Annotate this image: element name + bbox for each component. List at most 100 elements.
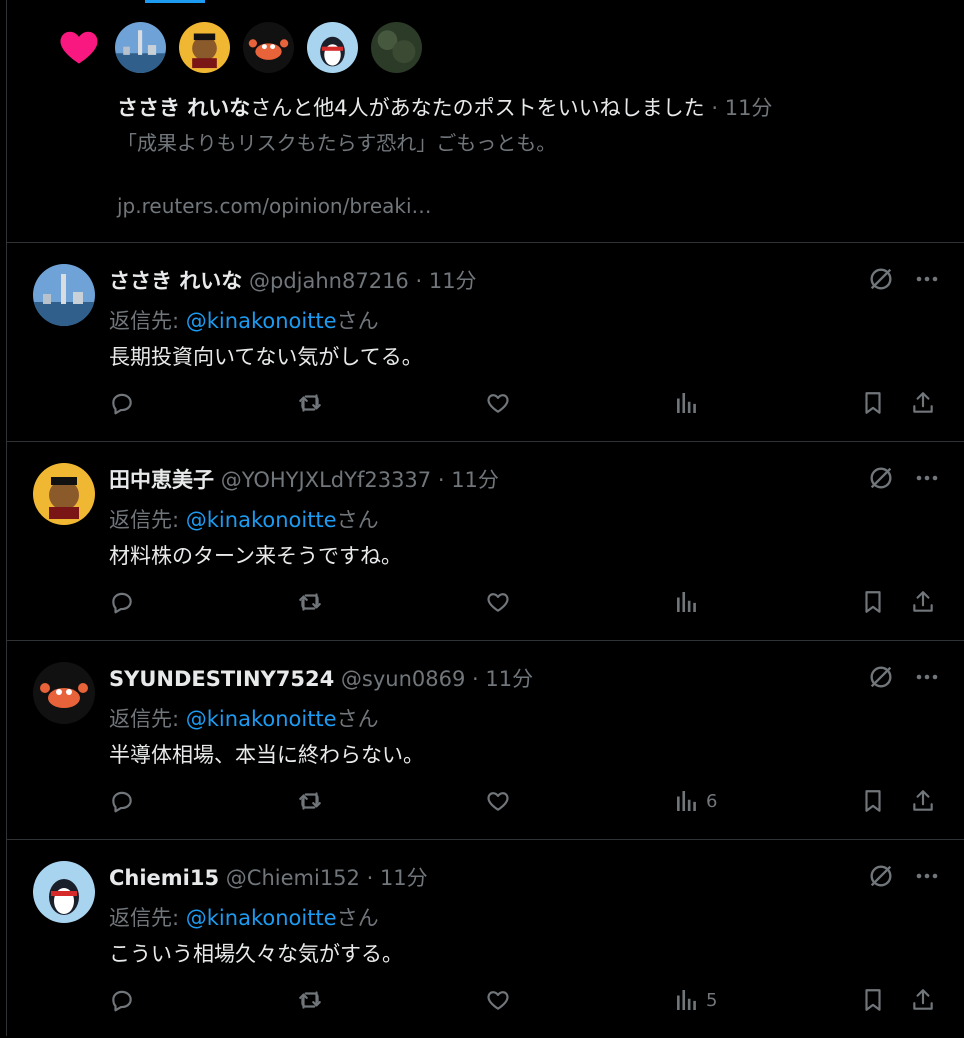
like-button[interactable] — [485, 588, 511, 616]
reply-prefix: 返信先: — [109, 906, 186, 930]
post-time[interactable]: 11分 — [429, 269, 477, 293]
analytics-icon — [677, 791, 696, 811]
liker-avatars — [115, 22, 422, 73]
views-button[interactable]: 5 — [674, 986, 717, 1014]
share-button[interactable] — [910, 986, 936, 1014]
analytics-icon — [677, 393, 696, 413]
reply-icon — [112, 592, 132, 614]
post-link[interactable]: jp.reuters.com/opinion/breaki… — [117, 194, 432, 218]
bookmark-icon — [865, 989, 881, 1011]
more-icon[interactable] — [910, 862, 944, 890]
post-header: ささき れいな @pdjahn87216 · 11分 — [109, 265, 477, 295]
reply-post[interactable]: Chiemi15 @Chiemi152 · 11分 返信先: @kinakono… — [7, 839, 964, 1038]
bookmark-button[interactable] — [860, 787, 886, 815]
liker-name[interactable]: ささき れいな — [117, 96, 250, 120]
heart-icon — [487, 991, 509, 1010]
repost-button[interactable] — [297, 588, 323, 616]
avatar-penguin[interactable] — [307, 22, 358, 73]
separator: · — [704, 96, 725, 120]
share-icon — [913, 591, 933, 612]
grok-icon[interactable] — [867, 464, 895, 492]
author-avatar[interactable] — [33, 264, 95, 326]
like-button[interactable] — [485, 389, 511, 417]
reply-mention[interactable]: @kinakonoitte — [186, 309, 337, 333]
reply-mention[interactable]: @kinakonoitte — [186, 508, 337, 532]
reply-button[interactable] — [109, 986, 135, 1014]
reply-suffix: さん — [336, 309, 379, 333]
views-button[interactable] — [674, 588, 706, 616]
views-button[interactable]: 6 — [674, 787, 717, 815]
repost-button[interactable] — [297, 787, 323, 815]
grok-icon[interactable] — [867, 862, 895, 890]
reply-prefix: 返信先: — [109, 309, 186, 333]
post-text: 長期投資向いてない気がしてる。 — [109, 345, 423, 369]
post-header: 田中恵美子 @YOHYJXLdYf23337 · 11分 — [109, 464, 499, 494]
reply-button[interactable] — [109, 588, 135, 616]
avatar-city[interactable] — [115, 22, 166, 73]
grok-icon[interactable] — [867, 265, 895, 293]
author-name[interactable]: Chiemi15 — [109, 866, 219, 890]
avatar-crab[interactable] — [243, 22, 294, 73]
reply-icon — [112, 791, 132, 813]
separator: · — [359, 866, 380, 890]
heart-filled-icon — [60, 31, 98, 64]
reply-context: 返信先: @kinakonoitteさん — [109, 305, 379, 335]
share-icon — [913, 989, 933, 1010]
author-name[interactable]: SYUNDESTINY7524 — [109, 667, 334, 691]
bookmark-button[interactable] — [860, 588, 886, 616]
post-text: こういう相場久々な気がする。 — [109, 942, 403, 966]
reply-button[interactable] — [109, 787, 135, 815]
share-button[interactable] — [910, 787, 936, 815]
separator: · — [408, 269, 429, 293]
author-handle[interactable]: @syun0869 — [341, 667, 465, 691]
author-name[interactable]: ささき れいな — [109, 269, 242, 293]
bookmark-button[interactable] — [860, 986, 886, 1014]
reply-post[interactable]: 田中恵美子 @YOHYJXLdYf23337 · 11分 返信先: @kinak… — [7, 441, 964, 640]
author-handle[interactable]: @YOHYJXLdYf23337 — [221, 468, 431, 492]
avatar-tree[interactable] — [371, 22, 422, 73]
author-avatar[interactable] — [33, 463, 95, 525]
bookmark-button[interactable] — [860, 389, 886, 417]
post-header: SYUNDESTINY7524 @syun0869 · 11分 — [109, 663, 533, 693]
post-time[interactable]: 11分 — [485, 667, 533, 691]
heart-icon — [487, 792, 509, 811]
author-avatar[interactable] — [33, 861, 95, 923]
bookmark-icon — [865, 392, 881, 414]
reply-suffix: さん — [336, 906, 379, 930]
more-icon[interactable] — [910, 265, 944, 293]
reply-prefix: 返信先: — [109, 707, 186, 731]
reply-post[interactable]: ささき れいな @pdjahn87216 · 11分 返信先: @kinakon… — [7, 242, 964, 441]
author-avatar[interactable] — [33, 662, 95, 724]
repost-icon — [299, 593, 321, 611]
notification-time: 11分 — [724, 96, 773, 120]
author-name[interactable]: 田中恵美子 — [109, 468, 214, 492]
grok-icon[interactable] — [867, 663, 895, 691]
repost-icon — [299, 394, 321, 412]
heart-icon — [487, 394, 509, 413]
like-button[interactable] — [485, 986, 511, 1014]
reply-mention[interactable]: @kinakonoitte — [186, 906, 337, 930]
views-count: 6 — [706, 790, 718, 812]
more-icon[interactable] — [910, 464, 944, 492]
share-button[interactable] — [910, 588, 936, 616]
repost-button[interactable] — [297, 389, 323, 417]
reply-post[interactable]: SYUNDESTINY7524 @syun0869 · 11分 返信先: @ki… — [7, 640, 964, 839]
repost-button[interactable] — [297, 986, 323, 1014]
views-button[interactable] — [674, 389, 706, 417]
more-icon[interactable] — [910, 663, 944, 691]
repost-icon — [299, 991, 321, 1009]
post-time[interactable]: 11分 — [451, 468, 499, 492]
reply-context: 返信先: @kinakonoitteさん — [109, 902, 379, 932]
avatar-bear[interactable] — [179, 22, 230, 73]
analytics-icon — [677, 990, 696, 1010]
reply-mention[interactable]: @kinakonoitte — [186, 707, 337, 731]
share-button[interactable] — [910, 389, 936, 417]
author-handle[interactable]: @Chiemi152 — [226, 866, 360, 890]
like-button[interactable] — [485, 787, 511, 815]
author-handle[interactable]: @pdjahn87216 — [249, 269, 409, 293]
reply-icon — [112, 990, 132, 1012]
like-notification[interactable]: ささき れいなさんと他4人があなたのポストをいいねしました · 11分 「成果よ… — [7, 0, 964, 242]
reply-button[interactable] — [109, 389, 135, 417]
post-time[interactable]: 11分 — [380, 866, 428, 890]
reply-context: 返信先: @kinakonoitteさん — [109, 703, 379, 733]
